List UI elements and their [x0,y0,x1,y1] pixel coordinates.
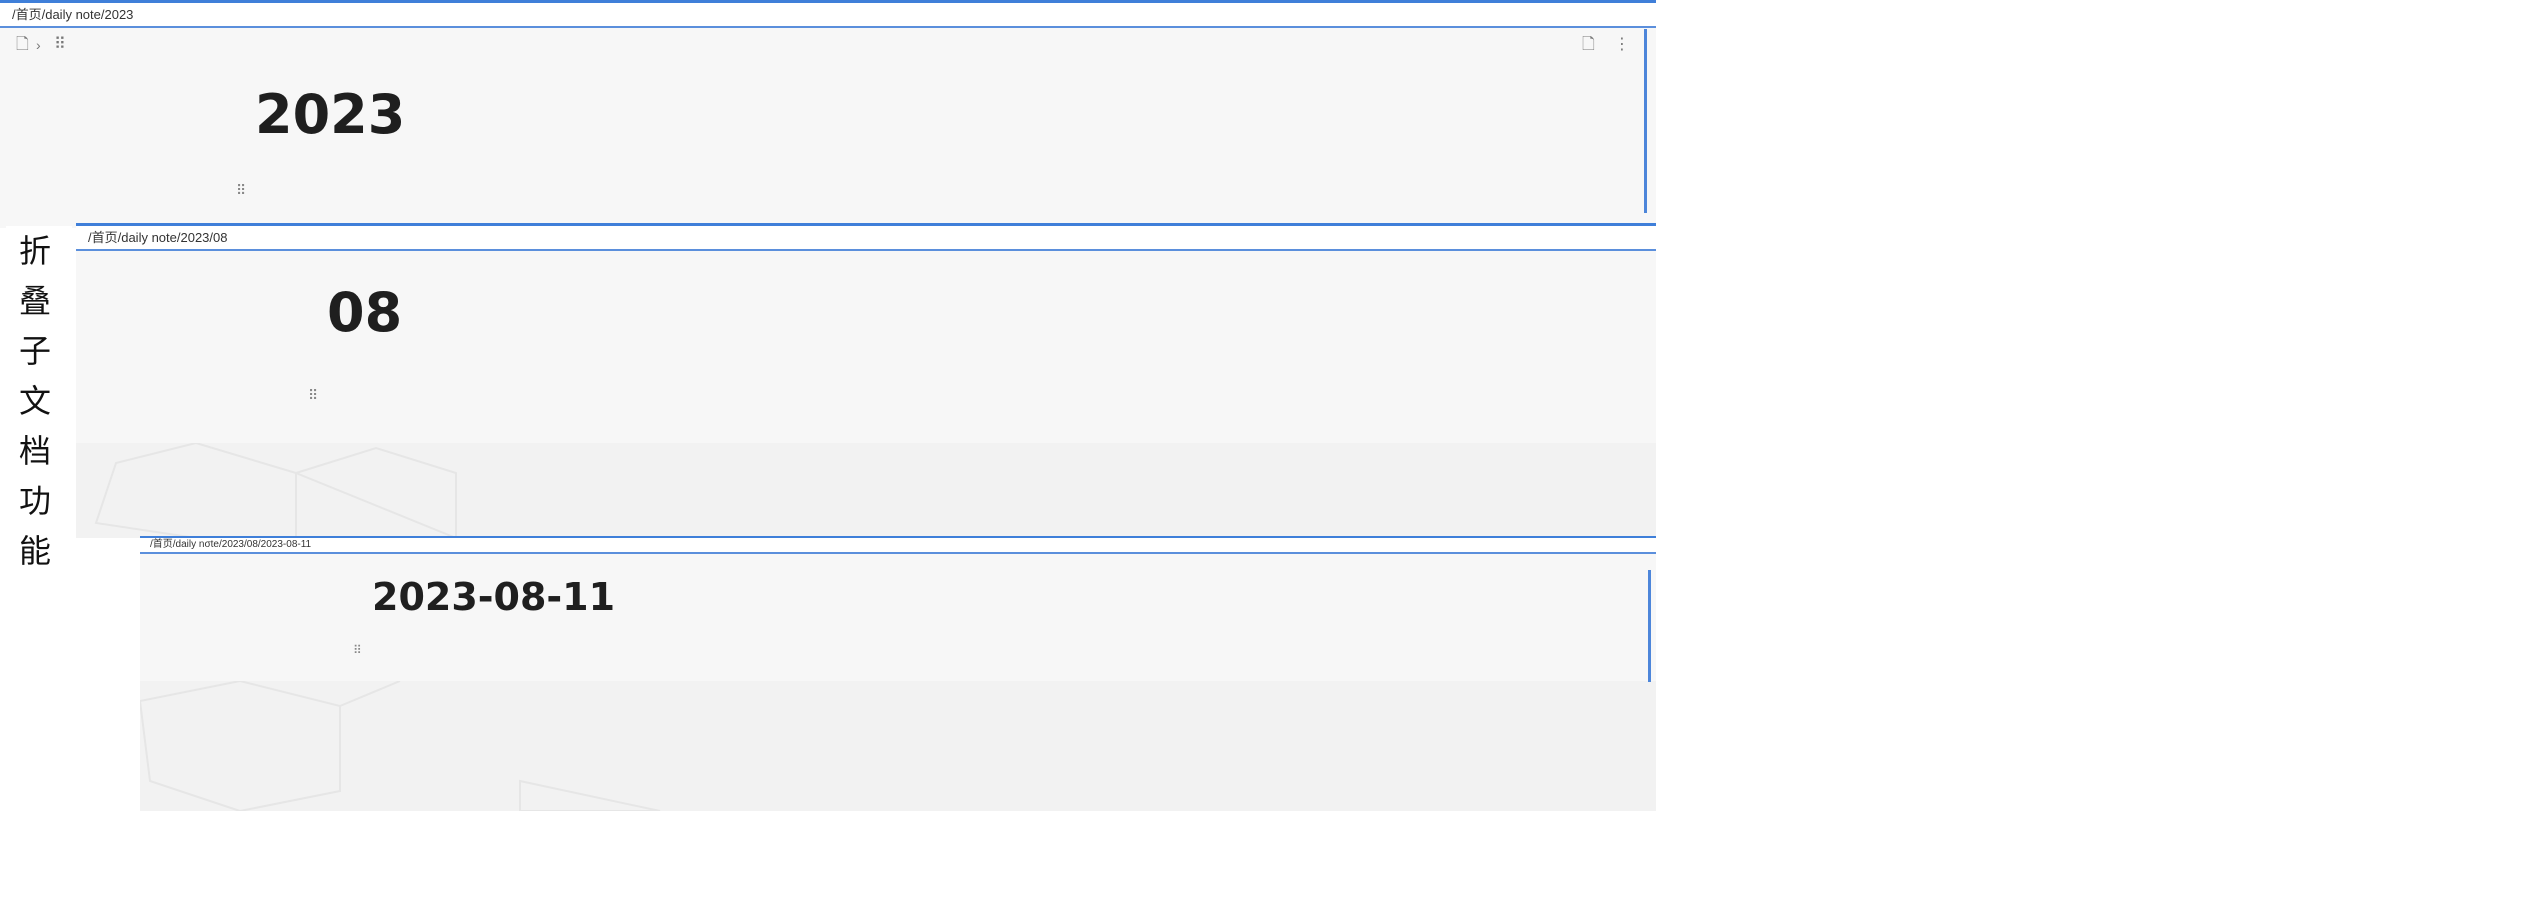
scrollbar[interactable] [1644,29,1647,213]
breadcrumb-path[interactable]: /首页/daily nσte/2023/08/2023-08-11 [140,538,1656,554]
doc-title[interactable]: 08 [327,281,402,345]
caption-char: 叠 [18,282,51,320]
caption-char: 文 [18,382,51,420]
doc-title[interactable]: 2023-08-11 [372,574,615,620]
doc-panel-month: /首页/daily note/2023/08 08 ⠿ [76,223,1656,538]
drag-handle-icon[interactable]: ⠿ [236,183,246,197]
doc-panel-year: /首页/daily note/2023 🗋 › ⠿ 🗋 ⋮ 2023 ⠿ [0,0,1656,228]
caption-char: 折 [18,232,51,270]
hexagon-pattern [140,681,661,811]
document-icon[interactable]: 🗋 [1582,35,1595,55]
caption-char: 功 [18,482,51,520]
drag-handle-icon[interactable]: ⠿ [308,388,318,402]
caption-char: 子 [18,332,51,370]
doc-title[interactable]: 2023 [255,83,405,147]
feature-caption: 折 叠 子 文 档 功 能 [6,226,72,576]
chevron-right-icon[interactable]: › [36,35,41,55]
drag-handle-icon[interactable]: ⠿ [54,35,66,55]
background-pattern [76,443,1656,538]
doc-toolbar: 🗋 › ⠿ 🗋 ⋮ [0,31,1656,59]
caption-char: 档 [18,432,51,470]
more-vertical-icon[interactable]: ⋮ [1614,35,1630,55]
scrollbar[interactable] [1648,570,1651,682]
doc-panel-day: /首页/daily nσte/2023/08/2023-08-11 2023-0… [140,536,1656,811]
background-pattern [140,681,1656,811]
caption-char: 能 [18,532,51,570]
hexagon-pattern [94,443,457,538]
breadcrumb-path[interactable]: /首页/daily note/2023/08 [76,226,1656,251]
breadcrumb-path[interactable]: /首页/daily note/2023 [0,3,1656,28]
document-icon[interactable]: 🗋 [16,35,29,55]
drag-handle-icon[interactable]: ⠿ [353,643,362,657]
